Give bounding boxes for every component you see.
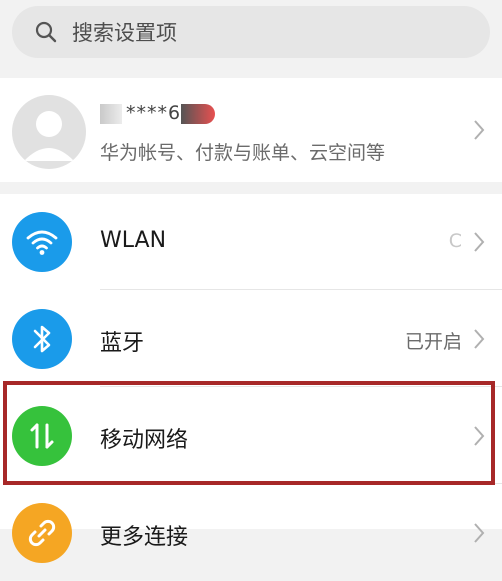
divider bbox=[100, 289, 502, 290]
chevron-right-icon bbox=[474, 426, 485, 446]
settings-row-status: 已开启 bbox=[404, 331, 462, 353]
search-placeholder: 搜索设置项 bbox=[72, 21, 177, 45]
settings-row-bluetooth[interactable]: 蓝牙 已开启 bbox=[0, 291, 502, 387]
masked-region bbox=[181, 103, 216, 124]
chevron-right-icon bbox=[474, 329, 485, 349]
account-subtitle: 华为帐号、付款与账单、云空间等 bbox=[100, 142, 386, 164]
account-card[interactable]: ****6 华为帐号、付款与账单、云空间等 bbox=[0, 78, 502, 182]
search-bar[interactable]: 搜索设置项 bbox=[12, 6, 490, 58]
link-icon bbox=[12, 503, 72, 563]
divider bbox=[100, 483, 502, 484]
search-icon bbox=[34, 19, 60, 45]
settings-row-label: 蓝牙 bbox=[100, 331, 145, 356]
settings-row-wlan[interactable]: WLAN C bbox=[0, 194, 502, 290]
avatar bbox=[12, 95, 86, 169]
wifi-icon bbox=[12, 212, 72, 272]
settings-row-mobile-network[interactable]: 移动网络 bbox=[0, 388, 502, 484]
settings-row-label: WLAN bbox=[100, 228, 167, 253]
chevron-right-icon bbox=[474, 232, 485, 252]
settings-row-status: C bbox=[448, 230, 462, 252]
settings-row-label: 更多连接 bbox=[100, 525, 189, 550]
settings-list: WLAN C 蓝牙 已开启 移动网络 更多连接 bbox=[0, 194, 502, 563]
chevron-right-icon bbox=[474, 523, 485, 543]
settings-row-label: 移动网络 bbox=[100, 428, 189, 453]
account-name: ****6 bbox=[100, 102, 216, 124]
divider bbox=[100, 386, 502, 387]
masked-region bbox=[100, 103, 122, 124]
chevron-right-icon bbox=[474, 120, 485, 140]
settings-row-more-connections[interactable]: 更多连接 bbox=[0, 485, 502, 581]
mobile-data-icon bbox=[12, 406, 72, 466]
bluetooth-icon bbox=[12, 309, 72, 369]
